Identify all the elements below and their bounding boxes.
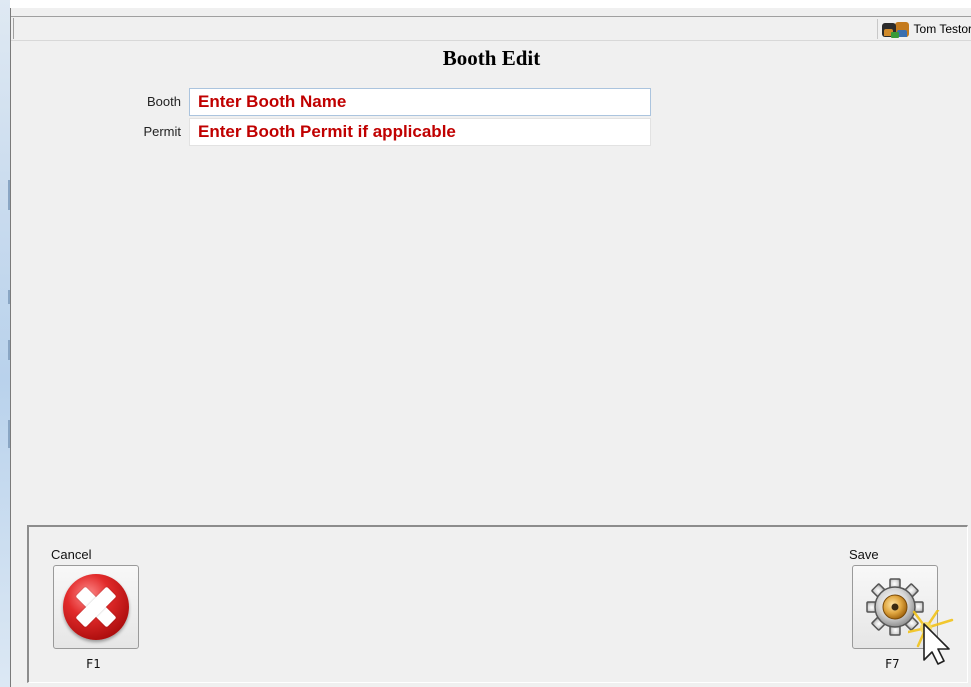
booth-row: Booth xyxy=(11,88,711,116)
save-caption: Save xyxy=(849,547,879,562)
cancel-caption: Cancel xyxy=(51,547,92,562)
cancel-button[interactable] xyxy=(53,565,139,649)
page-title: Booth Edit xyxy=(442,46,541,70)
cancel-shortcut-key: F1 xyxy=(86,657,101,671)
users-icon xyxy=(881,20,911,38)
permit-label: Permit xyxy=(143,124,181,139)
save-shortcut-key: F7 xyxy=(885,657,900,671)
background-window-edge xyxy=(0,0,10,687)
booth-permit-input[interactable] xyxy=(189,118,651,146)
permit-row: Permit xyxy=(11,118,711,146)
cancel-x-icon xyxy=(63,574,129,640)
current-user[interactable]: Tom Testor xyxy=(876,19,971,39)
user-name: Tom Testor xyxy=(913,22,971,36)
booth-name-input[interactable] xyxy=(189,88,651,116)
screen: Tom Testor Booth Edit Booth Permit Cance… xyxy=(0,0,971,687)
top-bar: Tom Testor xyxy=(11,16,971,41)
gear-icon xyxy=(866,578,924,636)
booth-label: Booth xyxy=(147,94,181,109)
save-button[interactable] xyxy=(852,565,938,649)
action-bar: Cancel F1 Save F7 xyxy=(27,525,968,683)
booth-edit-window: Tom Testor Booth Edit Booth Permit Cance… xyxy=(10,8,971,687)
